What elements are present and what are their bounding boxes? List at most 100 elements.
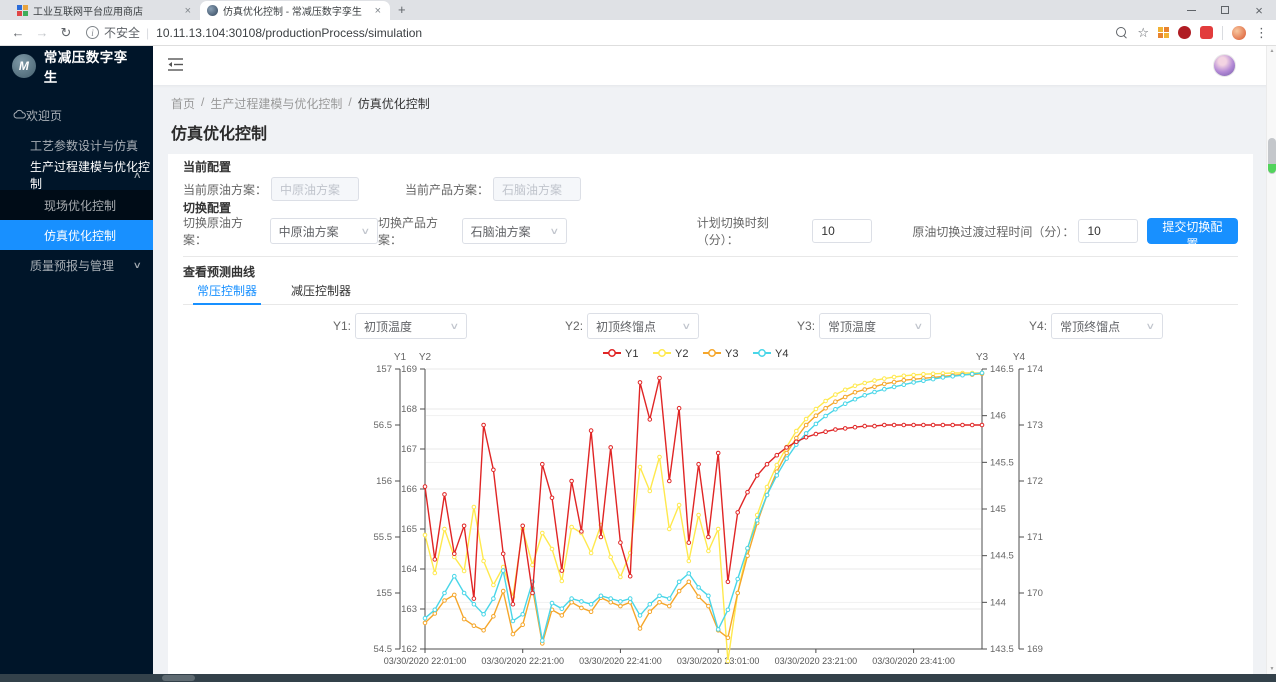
minimize-button[interactable] [1174,0,1208,20]
user-avatar[interactable] [1213,54,1236,77]
menu-fold-icon[interactable] [168,58,183,71]
chevron-up-icon: ∧ [133,170,142,181]
sidebar-item-welcome[interactable]: 欢迎页 [0,100,153,130]
chevron-down-icon: ∨ [133,260,142,271]
horizontal-scrollbar[interactable] [0,674,1276,682]
restore-button[interactable] [1208,0,1242,20]
breadcrumb: 首页 / 生产过程建模与优化控制 / 仿真优化控制 [153,85,1266,112]
url-text[interactable]: 10.11.13.104:30108/productionProcess/sim… [156,26,422,40]
zoom-icon[interactable] [1116,27,1128,39]
forward-icon[interactable]: → [30,25,54,40]
sidebar-item-production-modeling[interactable]: 生产过程建模与优化控制 ∧ [0,160,153,190]
vertical-scrollbar[interactable]: ▲ ▼ [1266,46,1276,674]
tab-atmospheric-controller[interactable]: 常压控制器 [197,282,257,305]
logo-mark-icon: M [12,54,36,78]
chevron-down-icon: ∨ [361,226,371,237]
scroll-down-icon[interactable]: ▼ [1267,666,1276,672]
current-product-input[interactable] [493,177,581,201]
switch-crude-value: 中原油方案 [279,223,339,240]
svg-text:Y4: Y4 [775,348,788,360]
svg-text:Y3: Y3 [975,352,988,363]
y2-select-label: Y2: [565,319,583,333]
switch-crude-label: 切换原油方案： [183,214,266,248]
browser-tab-strip: 工业互联网平台应用商店 × 仿真优化控制 - 常减压数字孪生 × + × [0,0,1276,20]
close-button[interactable]: × [1242,0,1276,20]
svg-text:03/30/2020 22:01:00: 03/30/2020 22:01:00 [383,656,466,666]
y2-select-value: 初顶终馏点 [596,318,656,335]
submit-switch-config-button[interactable]: 提交切换配置 [1147,218,1238,244]
y4-select-label: Y4: [1029,319,1047,333]
vertical-scrollbar-thumb[interactable] [1268,138,1276,174]
tab1-favicon-icon [17,5,28,16]
svg-text:167: 167 [401,444,417,455]
svg-text:169: 169 [401,364,417,375]
bookmark-star-icon[interactable]: ☆ [1137,25,1149,41]
back-icon[interactable]: ← [6,25,30,40]
svg-text:Y2: Y2 [675,348,688,360]
main-card: 当前配置 当前原油方案： 当前产品方案： 切换配置 切换原油方案： [168,154,1253,674]
svg-text:Y3: Y3 [725,348,738,360]
svg-text:146.5: 146.5 [990,364,1014,375]
y2-select[interactable]: 初顶终馏点 ∨ [587,313,699,339]
current-crude-input[interactable] [271,177,359,201]
breadcrumb-production-modeling[interactable]: 生产过程建模与优化控制 [210,95,342,112]
svg-text:145: 145 [990,504,1006,515]
svg-text:169: 169 [1027,644,1043,655]
app-topbar [153,46,1276,85]
svg-text:03/30/2020 23:41:00: 03/30/2020 23:41:00 [872,656,955,666]
svg-text:157: 157 [376,364,392,375]
svg-text:164: 164 [401,564,417,575]
new-tab-button[interactable]: + [398,2,406,17]
sidebar-item-quality-forecast[interactable]: 质量预报与管理 ∨ [0,250,153,280]
prediction-chart-svg: 154.5155155.5156156.5157Y116216316416516… [373,341,1049,667]
svg-text:172: 172 [1027,476,1043,487]
y1-select[interactable]: 初顶温度 ∨ [355,313,467,339]
browser-profile-icon[interactable] [1232,26,1246,40]
browser-tab-2[interactable]: 仿真优化控制 - 常减压数字孪生 × [200,1,390,20]
tab1-close-icon[interactable]: × [183,5,193,17]
svg-text:Y1: Y1 [625,348,638,360]
y4-select[interactable]: 常顶终馏点 ∨ [1051,313,1163,339]
scroll-up-icon[interactable]: ▲ [1267,48,1276,54]
sidebar-item-label: 工艺参数设计与仿真 [30,137,138,154]
transition-time-input[interactable] [1078,219,1138,243]
switch-product-select[interactable]: 石脑油方案 ∨ [462,218,567,244]
sidebar-item-process-design[interactable]: 工艺参数设计与仿真 [0,130,153,160]
svg-text:03/30/2020 23:01:00: 03/30/2020 23:01:00 [676,656,759,666]
switch-config-row: 切换原油方案： 中原油方案 ∨ 切换产品方案： 石脑油方案 ∨ [183,218,1238,244]
tab2-close-icon[interactable]: × [373,5,383,17]
extension-grid-icon[interactable] [1158,27,1169,38]
switch-crude-select[interactable]: 中原油方案 ∨ [270,218,378,244]
y4-select-value: 常顶终馏点 [1060,318,1120,335]
reload-icon[interactable]: ↻ [54,25,78,41]
breadcrumb-current: 仿真优化控制 [358,95,430,112]
current-product-label: 当前产品方案： [405,181,489,198]
sidebar-item-onsite-control[interactable]: 现场优化控制 [0,190,153,220]
extension-round-icon[interactable] [1178,26,1191,39]
extension-square-icon[interactable] [1200,26,1213,39]
y3-select-value: 常顶温度 [828,318,876,335]
browser-menu-icon[interactable]: ⋮ [1255,25,1268,41]
tab-vacuum-controller[interactable]: 减压控制器 [291,282,351,305]
breadcrumb-home[interactable]: 首页 [171,95,195,112]
svg-text:145.5: 145.5 [990,457,1014,468]
svg-text:155: 155 [376,588,392,599]
horizontal-scrollbar-thumb[interactable] [162,675,195,681]
content-area: 首页 / 生产过程建模与优化控制 / 仿真优化控制 仿真优化控制 当前配置 当前… [153,85,1266,674]
sidebar-item-simulation-control[interactable]: 仿真优化控制 [0,220,153,250]
browser-tab-1[interactable]: 工业互联网平台应用商店 × [10,1,200,20]
address-bar: ← → ↻ i 不安全 | 10.11.13.104:30108/product… [0,20,1276,46]
controller-tabs: 常压控制器 减压控制器 [183,282,1238,305]
y1-select-label: Y1: [333,319,351,333]
svg-text:154.5: 154.5 [373,644,392,655]
not-secure-label[interactable]: 不安全 [104,24,140,41]
site-info-icon[interactable]: i [86,26,99,39]
sidebar-item-label: 现场优化控制 [44,197,116,214]
plan-time-input[interactable] [812,219,872,243]
svg-text:171: 171 [1027,532,1043,543]
switch-product-label: 切换产品方案： [378,214,458,248]
chevron-down-icon: ∨ [550,226,560,237]
scroll-marker [1268,164,1276,173]
y3-select[interactable]: 常顶温度 ∨ [819,313,931,339]
svg-text:03/30/2020 22:41:00: 03/30/2020 22:41:00 [579,656,662,666]
